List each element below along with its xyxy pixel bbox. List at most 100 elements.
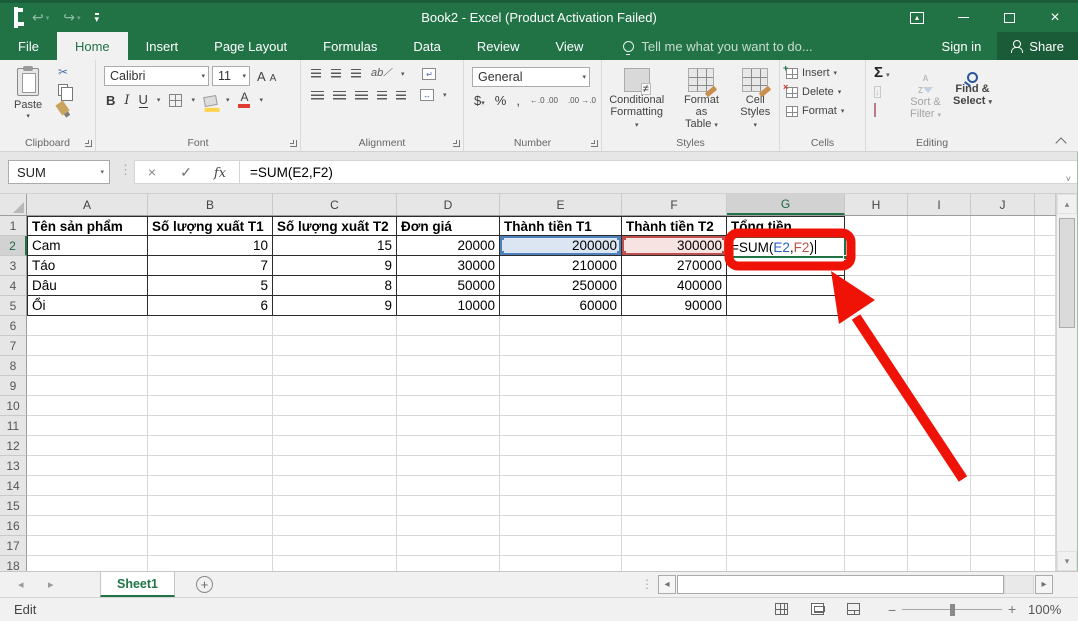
- cell-E18[interactable]: [500, 556, 622, 571]
- sign-in-button[interactable]: Sign in: [926, 32, 998, 60]
- cell-D8[interactable]: [397, 356, 500, 376]
- cell-C5[interactable]: 9: [273, 296, 397, 316]
- cell-I8[interactable]: [908, 356, 971, 376]
- maximize-button[interactable]: [986, 0, 1032, 35]
- scroll-up-button[interactable]: ▴: [1057, 194, 1077, 214]
- row-header-17[interactable]: 17: [0, 536, 27, 556]
- cell-F18[interactable]: [622, 556, 727, 571]
- decrease-indent-button[interactable]: [377, 91, 387, 100]
- cell-B2[interactable]: 10: [148, 236, 273, 256]
- font-color-button[interactable]: A: [238, 92, 250, 108]
- dialog-launcher-icon[interactable]: [453, 140, 460, 147]
- redo-button[interactable]: ↪▾: [63, 9, 80, 26]
- next-sheet-button[interactable]: ▸: [48, 572, 54, 597]
- cell-F13[interactable]: [622, 456, 727, 476]
- cell-I17[interactable]: [908, 536, 971, 556]
- cell-E10[interactable]: [500, 396, 622, 416]
- cell-G12[interactable]: [727, 436, 845, 456]
- column-header-I[interactable]: I: [908, 194, 971, 215]
- cell-H10[interactable]: [845, 396, 908, 416]
- format-painter-button[interactable]: [55, 101, 69, 116]
- cell-A15[interactable]: [27, 496, 148, 516]
- menu-tab-review[interactable]: Review: [459, 32, 538, 60]
- cell-D7[interactable]: [397, 336, 500, 356]
- cell-G5[interactable]: [727, 296, 845, 316]
- cut-button[interactable]: ✂: [58, 66, 68, 78]
- vertical-scrollbar[interactable]: ▴ ▾: [1056, 194, 1077, 571]
- cell-J12[interactable]: [971, 436, 1035, 456]
- scroll-down-button[interactable]: ▾: [1057, 551, 1077, 571]
- cell-partial[interactable]: [1035, 216, 1056, 236]
- cell-F5[interactable]: 90000: [622, 296, 727, 316]
- cell-A12[interactable]: [27, 436, 148, 456]
- zoom-in-button[interactable]: +: [1008, 601, 1016, 617]
- cell-A14[interactable]: [27, 476, 148, 496]
- row-header-18[interactable]: 18: [0, 556, 27, 571]
- decrease-decimal-button[interactable]: .00 →.0: [568, 97, 596, 105]
- cell-C1[interactable]: Số lượng xuất T2: [273, 216, 397, 236]
- wrap-text-button[interactable]: ↵: [422, 68, 436, 80]
- cell-I11[interactable]: [908, 416, 971, 436]
- italic-button[interactable]: I: [124, 93, 129, 108]
- align-top-button[interactable]: [311, 69, 321, 78]
- row-header-13[interactable]: 13: [0, 456, 27, 476]
- cell-A1[interactable]: Tên sản phẩm: [27, 216, 148, 236]
- cell-G10[interactable]: [727, 396, 845, 416]
- cell-partial[interactable]: [1035, 356, 1056, 376]
- cell-A2[interactable]: Cam: [27, 236, 148, 256]
- dialog-launcher-icon[interactable]: [290, 140, 297, 147]
- cell-H1[interactable]: [845, 216, 908, 236]
- increase-decimal-button[interactable]: ←.0 .00: [530, 97, 558, 105]
- cell-J7[interactable]: [971, 336, 1035, 356]
- format-cells-button[interactable]: Format ▾: [786, 105, 865, 117]
- cell-D1[interactable]: Đơn giá: [397, 216, 500, 236]
- cell-H13[interactable]: [845, 456, 908, 476]
- cell-A16[interactable]: [27, 516, 148, 536]
- cell-J8[interactable]: [971, 356, 1035, 376]
- cell-E4[interactable]: 250000: [500, 276, 622, 296]
- row-header-9[interactable]: 9: [0, 376, 27, 396]
- cell-H16[interactable]: [845, 516, 908, 536]
- cell-partial[interactable]: [1035, 236, 1056, 256]
- cell-E15[interactable]: [500, 496, 622, 516]
- cell-G16[interactable]: [727, 516, 845, 536]
- minimize-button[interactable]: [940, 0, 986, 35]
- cell-B12[interactable]: [148, 436, 273, 456]
- cell-partial[interactable]: [1035, 376, 1056, 396]
- font-name-combo[interactable]: Calibri▾: [104, 66, 209, 86]
- column-header-F[interactable]: F: [622, 194, 727, 215]
- cell-J5[interactable]: [971, 296, 1035, 316]
- formula-bar-splitter[interactable]: ⋮: [119, 162, 132, 178]
- cell-J17[interactable]: [971, 536, 1035, 556]
- cell-J16[interactable]: [971, 516, 1035, 536]
- page-layout-view-button[interactable]: [806, 600, 828, 618]
- cell-I16[interactable]: [908, 516, 971, 536]
- add-sheet-button[interactable]: +: [196, 576, 213, 593]
- cell-F4[interactable]: 400000: [622, 276, 727, 296]
- cell-F10[interactable]: [622, 396, 727, 416]
- cell-E2[interactable]: 200000: [500, 236, 622, 256]
- cell-G13[interactable]: [727, 456, 845, 476]
- cell-B13[interactable]: [148, 456, 273, 476]
- cell-I2[interactable]: [908, 236, 971, 256]
- cell-F8[interactable]: [622, 356, 727, 376]
- cell-partial[interactable]: [1035, 416, 1056, 436]
- cell-I18[interactable]: [908, 556, 971, 571]
- cell-H6[interactable]: [845, 316, 908, 336]
- menu-tab-insert[interactable]: Insert: [128, 32, 197, 60]
- vertical-scrollbar-thumb[interactable]: [1059, 218, 1075, 328]
- cell-partial[interactable]: [1035, 456, 1056, 476]
- cell-C16[interactable]: [273, 516, 397, 536]
- cell-C4[interactable]: 8: [273, 276, 397, 296]
- increase-font-button[interactable]: A: [257, 69, 266, 84]
- cell-C18[interactable]: [273, 556, 397, 571]
- cell-C13[interactable]: [273, 456, 397, 476]
- cell-H2[interactable]: [845, 236, 908, 256]
- row-header-15[interactable]: 15: [0, 496, 27, 516]
- cell-C3[interactable]: 9: [273, 256, 397, 276]
- cell-H14[interactable]: [845, 476, 908, 496]
- autosum-button[interactable]: Σ ▾: [874, 66, 904, 80]
- cell-F2[interactable]: 300000: [622, 236, 727, 256]
- cell-D12[interactable]: [397, 436, 500, 456]
- row-header-11[interactable]: 11: [0, 416, 27, 436]
